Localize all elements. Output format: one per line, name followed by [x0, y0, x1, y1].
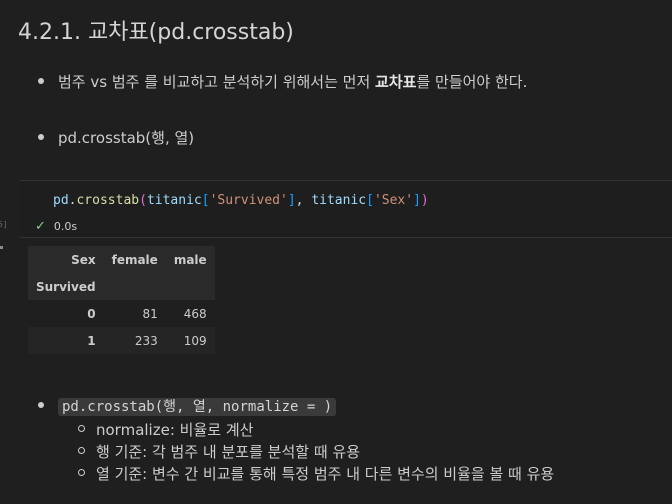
bullet-icon	[38, 133, 44, 140]
code-editor[interactable]: pd.crosstab(titanic['Survived'], titanic…	[53, 193, 429, 208]
code-cell[interactable]: pd.crosstab(titanic['Survived'], titanic…	[20, 180, 672, 238]
output-marker	[0, 246, 3, 249]
sub-list-item: 행 기준: 각 범주 내 분포를 분석할 때 유용	[78, 441, 360, 462]
code-token: )	[420, 193, 429, 208]
sub-item-text: normalize: 비율로 계산	[96, 421, 254, 439]
code-token: (	[139, 193, 147, 208]
table-cell: 233	[134, 333, 158, 348]
sub-list-item: 열 기준: 변수 간 비교를 통해 특정 범주 내 다른 변수의 비율을 볼 때…	[78, 463, 554, 484]
code-token: 'Sex'	[373, 193, 414, 208]
circle-bullet-icon	[78, 469, 85, 476]
intro-text-pre: 범주 vs 범주 를 비교하고 분석하기 위해서는 먼저	[58, 73, 376, 91]
execution-duration: 0.0s	[53, 220, 78, 233]
inline-code: pd.crosstab(행, 열, normalize = )	[58, 398, 337, 416]
column-header: male	[173, 252, 207, 267]
table-cell: 81	[142, 306, 158, 321]
intro-text-bold: 교차표	[375, 73, 417, 91]
sub-item-text: 열 기준: 변수 간 비교를 통해 특정 범주 내 다른 변수의 비율을 볼 때…	[96, 465, 555, 483]
row-index: 0	[87, 306, 96, 321]
sub-list-item: normalize: 비율로 계산	[78, 419, 253, 440]
empty-cell	[166, 273, 215, 300]
section-heading: 4.2.1. 교차표(pd.crosstab)	[18, 20, 294, 45]
table-index-name-row: Survived	[28, 273, 215, 300]
execution-status: ✓ 0.0s	[35, 219, 77, 234]
signature-text: pd.crosstab(행, 열)	[58, 129, 195, 147]
code-token: titanic	[146, 193, 202, 208]
code-token: crosstab	[76, 193, 140, 208]
code-token: ,	[295, 193, 312, 208]
table-row: 1 233 109	[28, 327, 215, 354]
column-index-name: Sex	[71, 252, 96, 267]
table-cell: 468	[183, 306, 207, 321]
empty-cell	[104, 273, 166, 300]
list-item-crosstab-normalize: pd.crosstab(행, 열, normalize = )	[38, 396, 337, 416]
column-header: female	[111, 252, 158, 267]
list-item-crosstab-intro: 범주 vs 범주 를 비교하고 분석하기 위해서는 먼저 교차표를 만들어야 한…	[38, 71, 527, 92]
circle-bullet-icon	[78, 425, 85, 432]
table-cell: 109	[183, 333, 207, 348]
code-token: [	[366, 193, 374, 208]
bullet-icon	[38, 401, 44, 408]
sub-item-text: 행 기준: 각 범주 내 분포를 분석할 때 유용	[96, 443, 360, 461]
table-row: 0 81 468	[28, 300, 215, 327]
crosstab-output-table: Sex female male Survived 0 81 468 1 233 …	[28, 246, 215, 354]
code-token: [	[201, 193, 210, 208]
intro-text-post: 를 만들어야 한다.	[416, 73, 528, 91]
code-token: titanic	[311, 193, 367, 208]
row-index-name: Survived	[36, 279, 96, 294]
code-token: ]	[287, 193, 296, 208]
code-token: pd	[53, 193, 69, 208]
check-icon: ✓	[35, 219, 46, 234]
circle-bullet-icon	[78, 447, 85, 454]
code-token: 'Survived'	[209, 193, 288, 208]
code-token: ]	[413, 193, 421, 208]
row-index: 1	[87, 333, 96, 348]
list-item-crosstab-signature: pd.crosstab(행, 열)	[38, 127, 194, 148]
execution-count: 5]	[0, 220, 8, 229]
bullet-icon	[38, 77, 44, 84]
table-header-row: Sex female male	[28, 246, 215, 273]
